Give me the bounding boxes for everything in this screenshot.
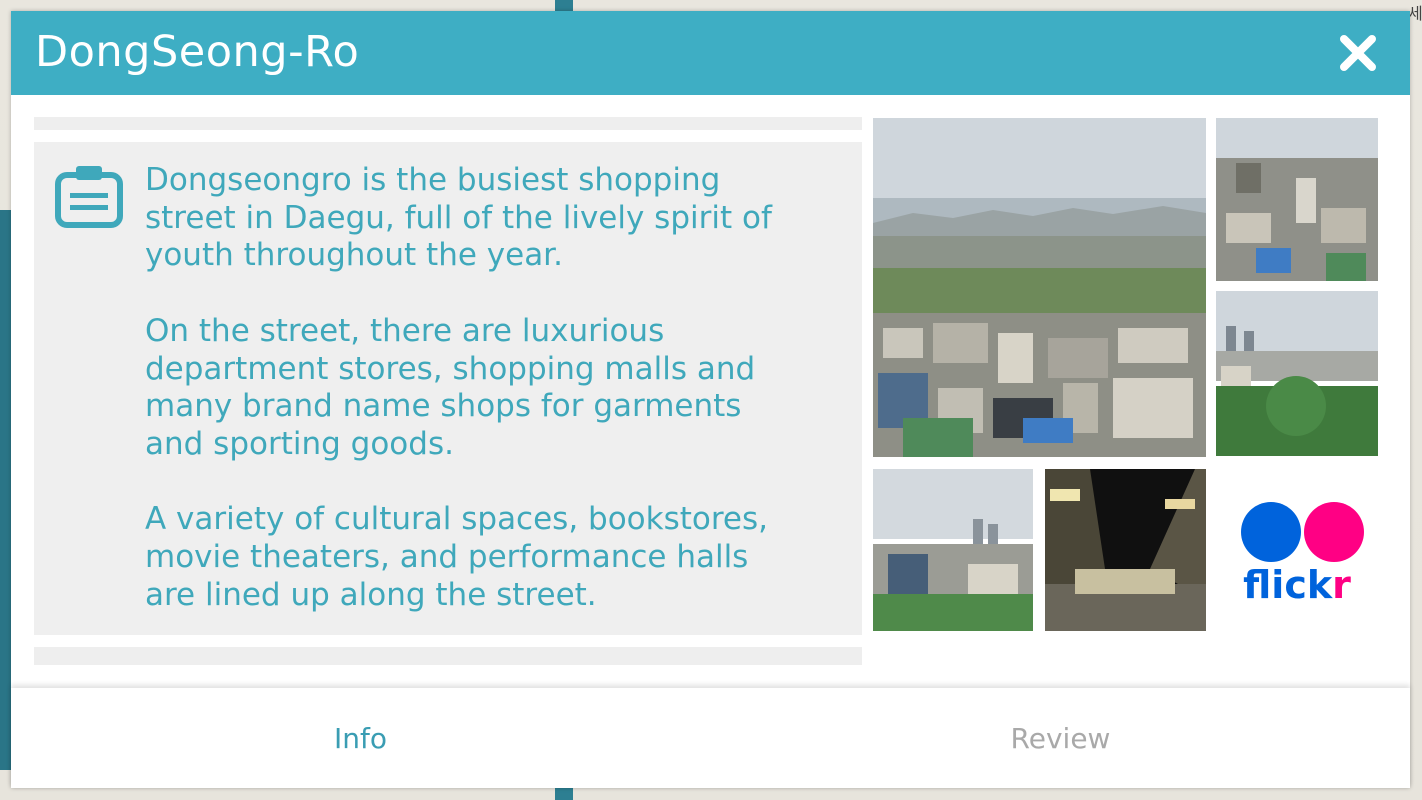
city-buildings-photo[interactable] <box>1216 118 1378 281</box>
clipboard-icon <box>55 166 123 228</box>
tab-info[interactable]: Info <box>11 688 710 788</box>
dialog-header: DongSeong-Ro <box>11 11 1410 95</box>
close-x-icon <box>1340 35 1376 71</box>
flickr-dots-icon <box>1241 502 1364 562</box>
top-divider-strip <box>34 117 862 130</box>
dialog-title: DongSeong-Ro <box>35 27 360 77</box>
info-content[interactable]: Dongseongro is the busiest shopping stre… <box>11 95 1410 689</box>
place-dialog: DongSeong-Ro Dongseongro is the busiest … <box>11 11 1410 788</box>
description-text: Dongseongro is the busiest shopping stre… <box>145 162 825 652</box>
tab-bar: Info Review <box>11 688 1410 788</box>
night-street-photo[interactable] <box>1045 469 1206 631</box>
flickr-word-main: flick <box>1243 563 1333 607</box>
city-skyline-photo[interactable] <box>873 469 1033 631</box>
flickr-wordmark: flickr <box>1216 563 1378 607</box>
tab-review[interactable]: Review <box>711 688 1410 788</box>
flickr-word-end: r <box>1332 563 1351 607</box>
map-label-right: 세 <box>1408 4 1422 23</box>
description-paragraph-3: A variety of cultural spaces, bookstores… <box>145 501 769 613</box>
close-button[interactable] <box>1336 31 1380 75</box>
city-panorama-photo[interactable] <box>873 118 1206 457</box>
flickr-logo[interactable]: flickr <box>1216 465 1378 629</box>
description-paragraph-2: On the street, there are luxurious depar… <box>145 312 756 462</box>
description-paragraph-1: Dongseongro is the busiest shopping stre… <box>145 162 772 274</box>
park-towers-photo[interactable] <box>1216 291 1378 456</box>
description-panel: Dongseongro is the busiest shopping stre… <box>34 142 862 635</box>
bottom-divider-strip <box>34 647 862 665</box>
